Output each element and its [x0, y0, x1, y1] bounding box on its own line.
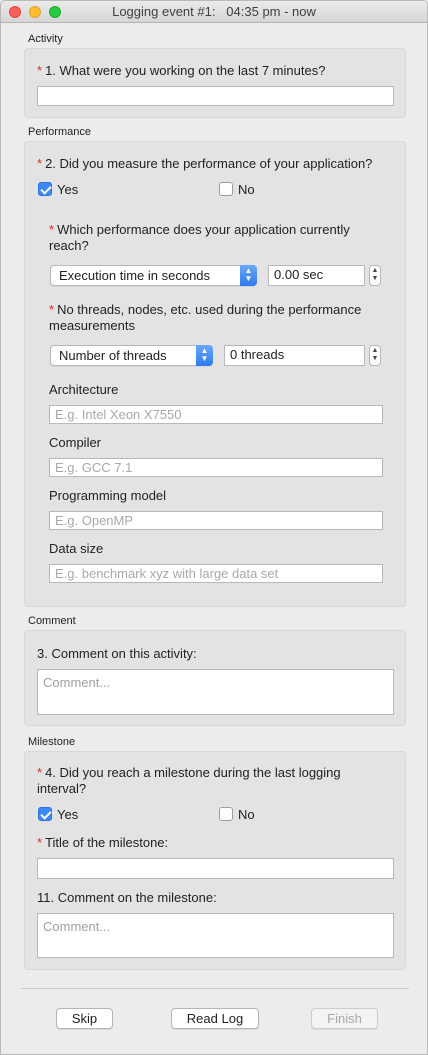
comment-question: 3. Comment on this activity: [37, 646, 197, 661]
activity-question: * 1. What were you working on the last 7 … [37, 63, 325, 79]
performance-reach-question: * Which performance does your application… [49, 222, 389, 254]
performance-metric-value-field[interactable]: 0.00 sec [268, 265, 365, 286]
performance-question: * 2. Did you measure the performance of y… [37, 156, 372, 172]
programming-model-field[interactable]: E.g. OpenMP [49, 511, 383, 530]
performance-no-checkbox[interactable] [219, 182, 233, 196]
data-size-label: Data size [49, 541, 104, 556]
milestone-no-label: No [238, 807, 255, 822]
data-size-field[interactable]: E.g. benchmark xyz with large data set [49, 564, 383, 583]
updown-chevron-icon: ▲ ▼ [196, 345, 213, 366]
updown-chevron-icon: ▲ ▼ [240, 265, 257, 286]
comment-section-label: Comment [28, 615, 76, 627]
skip-button[interactable]: Skip [56, 1008, 113, 1029]
finish-button[interactable]: Finish [311, 1008, 378, 1029]
milestone-question-text: 4. Did you reach a milestone during the … [37, 765, 341, 796]
performance-threads-question: * No threads, nodes, etc. used during the… [49, 302, 394, 334]
performance-threads-select[interactable]: Number of threads ▲ ▼ [50, 345, 213, 366]
activity-answer-field[interactable] [37, 86, 394, 106]
comment-textarea[interactable]: Comment... [37, 669, 394, 715]
required-marker: * [37, 156, 43, 171]
activity-section-label: Activity [28, 33, 63, 45]
window-title: Logging event #1: 04:35 pm - now [112, 4, 316, 19]
milestone-yes-checkbox[interactable] [38, 807, 52, 821]
performance-threads-question-text: No threads, nodes, etc. used during the … [49, 302, 362, 333]
milestone-title-label-text: Title of the milestone: [45, 835, 169, 850]
milestone-group: * 4. Did you reach a milestone during the… [24, 751, 406, 970]
required-marker: * [49, 222, 55, 237]
performance-no-label: No [238, 182, 255, 197]
activity-question-text: 1. What were you working on the last 7 m… [45, 63, 326, 78]
performance-yes-checkbox[interactable] [38, 182, 52, 196]
required-marker: * [37, 835, 43, 850]
compiler-field[interactable]: E.g. GCC 7.1 [49, 458, 383, 477]
required-marker: * [37, 765, 43, 780]
performance-yes-label: Yes [57, 182, 79, 197]
performance-section-label: Performance [28, 126, 91, 138]
performance-threads-value-field[interactable]: 0 threads [224, 345, 365, 366]
milestone-yes-label: Yes [57, 807, 79, 822]
title-bar: Logging event #1: 04:35 pm - now [1, 1, 427, 23]
performance-threads-selected: Number of threads [59, 348, 167, 363]
read-log-button[interactable]: Read Log [171, 1008, 259, 1029]
architecture-field[interactable]: E.g. Intel Xeon X7550 [49, 405, 383, 424]
activity-group: * 1. What were you working on the last 7 … [24, 48, 406, 118]
programming-model-label: Programming model [49, 488, 167, 503]
milestone-title-field[interactable] [37, 858, 394, 879]
milestone-comment-textarea[interactable]: Comment... [37, 913, 394, 958]
performance-metric-select[interactable]: Execution time in seconds ▲ ▼ [50, 265, 257, 286]
architecture-label: Architecture [49, 382, 119, 397]
footer-divider [21, 988, 409, 989]
performance-question-text: 2. Did you measure the performance of yo… [45, 156, 373, 171]
milestone-comment-label: 11. Comment on the milestone: [37, 890, 217, 905]
milestone-section-label: Milestone [28, 736, 76, 748]
milestone-title-label: * Title of the milestone: [37, 835, 168, 851]
performance-threads-stepper[interactable]: ▲ ▼ [369, 345, 381, 366]
milestone-question: * 4. Did you reach a milestone during the… [37, 765, 382, 797]
required-marker: * [37, 63, 43, 78]
performance-group: * 2. Did you measure the performance of y… [24, 141, 406, 607]
milestone-no-checkbox[interactable] [219, 807, 233, 821]
performance-metric-selected: Execution time in seconds [59, 268, 211, 283]
compiler-label: Compiler [49, 435, 102, 450]
comment-group: 3. Comment on this activity: Comment... [24, 630, 406, 726]
performance-reach-question-text: Which performance does your application … [49, 222, 350, 253]
performance-metric-stepper[interactable]: ▲ ▼ [369, 265, 381, 286]
required-marker: * [49, 302, 55, 317]
logging-window: Logging event #1: 04:35 pm - now Activit… [0, 0, 428, 1055]
